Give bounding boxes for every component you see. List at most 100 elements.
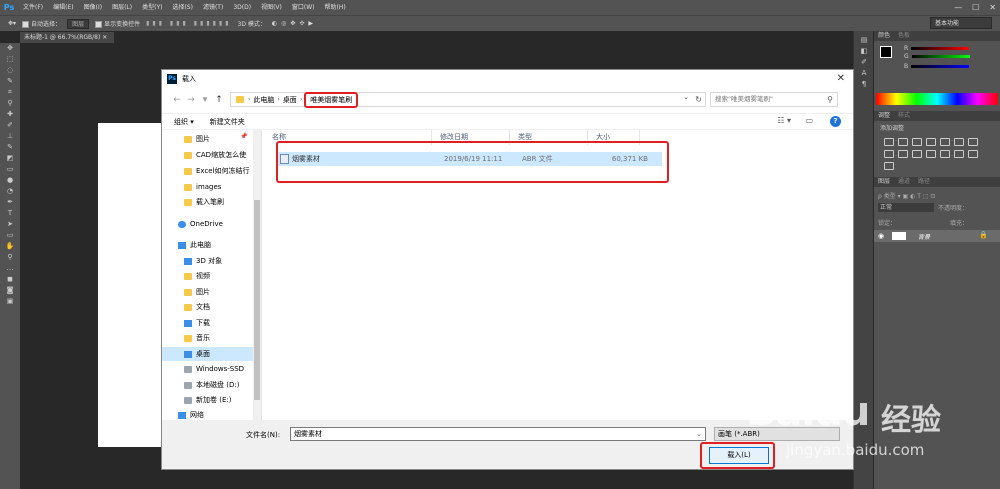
nav-item-pictures-quick[interactable]: 图片 [162,132,254,146]
photo-filter-icon[interactable] [898,150,908,158]
refresh-icon[interactable]: ↻ [695,93,702,106]
nav-item-videos[interactable]: 视频 [162,269,254,283]
nav-item-cad[interactable]: CAD缩放怎么使 [162,148,254,162]
bw-icon[interactable] [884,150,894,158]
path-select-tool-icon[interactable]: ➤ [0,219,20,230]
auto-select-target-select[interactable]: 图层 [67,18,90,29]
tab-channels[interactable]: 通道 [894,177,914,187]
character-panel-icon[interactable]: A [854,68,874,79]
maximize-icon[interactable]: ☐ [972,0,979,15]
menu-help[interactable]: 帮助(H) [320,0,351,15]
chevron-down-icon[interactable]: ⌄ [696,428,702,440]
menu-3d[interactable]: 3D(D) [228,0,256,15]
levels-icon[interactable] [898,138,908,146]
menu-view[interactable]: 视图(V) [256,0,287,15]
threshold-icon[interactable] [954,150,964,158]
search-input[interactable]: 搜索"唯美烟雾笔刷" ⚲ [710,92,838,107]
address-bar[interactable]: › 此电脑 › 桌面 › 唯美烟雾笔刷 ⌄ ↻ [230,91,706,108]
breadcrumb-desktop[interactable]: 桌面 [283,95,297,105]
posterize-icon[interactable] [940,150,950,158]
blend-mode-select[interactable]: 正常 [878,203,934,212]
nav-item-desktop[interactable]: 桌面 [162,347,254,361]
view-options-icon[interactable]: ☷ ▾ [777,116,791,125]
move-tool-icon[interactable]: ✥ [0,43,20,54]
nav-item-documents[interactable]: 文档 [162,300,254,314]
menu-image[interactable]: 图像(I) [79,0,107,15]
menu-type[interactable]: 类型(Y) [137,0,167,15]
nav-item-network[interactable]: 网络 [162,410,254,420]
breadcrumb-this-pc[interactable]: 此电脑 [253,95,274,105]
menu-file[interactable]: 文件(F) [18,0,48,15]
history-dropdown-icon[interactable]: ▾ [198,95,212,105]
tab-color[interactable]: 颜色 [874,31,894,41]
curves-icon[interactable] [912,138,922,146]
align-icons[interactable]: ▮▮▮ ▮▮▮ ▮▮▮▮▮▮ [146,20,231,27]
close-icon[interactable]: ✕ [989,0,996,15]
nav-item-pictures[interactable]: 图片 [162,285,254,299]
nav-item-music[interactable]: 音乐 [162,331,254,345]
selective-color-icon[interactable] [884,162,894,170]
crop-tool-icon[interactable]: ⌗ [0,87,20,98]
vibrance-icon[interactable] [940,138,950,146]
nav-item-excel[interactable]: Excel如何冻结行 [162,164,254,178]
type-tool-icon[interactable]: T [0,208,20,219]
tab-swatches[interactable]: 色板 [894,31,914,41]
dodge-tool-icon[interactable]: ◔ [0,186,20,197]
back-icon[interactable]: ← [170,95,184,105]
pen-tool-icon[interactable]: ✒ [0,197,20,208]
color-balance-icon[interactable] [968,138,978,146]
channel-mixer-icon[interactable] [912,150,922,158]
nav-item-3d-objects[interactable]: 3D 对象 [162,254,254,268]
gradient-tool-icon[interactable]: ▭ [0,164,20,175]
menu-select[interactable]: 选择(S) [167,0,198,15]
show-transform-checkbox[interactable]: 显示变换控件 [95,19,140,28]
invert-icon[interactable] [926,150,936,158]
nav-item-drive-e[interactable]: 新加卷 (E:) [162,393,254,407]
quick-mask-icon[interactable]: ◙ [0,285,20,296]
shape-tool-icon[interactable]: ▭ [0,230,20,241]
menu-filter[interactable]: 滤镜(T) [198,0,228,15]
chevron-down-icon[interactable]: ⌄ [683,93,689,101]
history-brush-tool-icon[interactable]: ✎ [0,142,20,153]
auto-select-checkbox[interactable]: 自动选择： [22,19,61,28]
healing-tool-icon[interactable]: ✚ [0,109,20,120]
foreground-color[interactable] [880,46,892,58]
document-canvas[interactable] [98,123,168,447]
history-panel-icon[interactable]: ▤ [854,35,874,46]
nav-item-onedrive[interactable]: OneDrive [162,217,254,231]
preview-pane-icon[interactable]: ▭ [805,116,813,125]
nav-item-downloads[interactable]: 下载 [162,316,254,330]
marquee-tool-icon[interactable]: ⬚ [0,54,20,65]
lasso-tool-icon[interactable]: ◌ [0,65,20,76]
tab-adjustments[interactable]: 调整 [874,111,894,121]
document-tab[interactable]: 未标题-1 @ 66.7%(RGB/8) ✕ [20,32,114,43]
tab-paths[interactable]: 路径 [914,177,934,187]
properties-panel-icon[interactable]: ◧ [854,46,874,57]
hand-tool-icon[interactable]: ✋ [0,241,20,252]
color-swatch-icon[interactable]: ◼ [0,274,20,285]
nav-scrollbar[interactable] [253,130,261,420]
nav-item-windows-ssd[interactable]: Windows-SSD [162,362,254,376]
eye-icon[interactable]: ◉ [878,232,884,240]
brush-tool-icon[interactable]: ✐ [0,120,20,131]
nav-item-load-brush[interactable]: 载入笔刷 [162,195,254,209]
menu-window[interactable]: 窗口(W) [287,0,320,15]
blur-tool-icon[interactable]: ● [0,175,20,186]
gradient-map-icon[interactable] [968,150,978,158]
nav-item-drive-d[interactable]: 本地磁盘 (D:) [162,378,254,392]
brush-panel-icon[interactable]: ✐ [854,57,874,68]
more-tools-icon[interactable]: … [0,263,20,274]
minimize-icon[interactable]: — [954,0,962,15]
screen-mode-icon[interactable]: ▣ [0,296,20,307]
hue-icon[interactable] [954,138,964,146]
tab-styles[interactable]: 样式 [894,111,914,121]
color-spectrum[interactable] [876,93,998,105]
filename-input[interactable]: 烟雾素材 ⌄ [290,427,706,441]
workspace-select[interactable]: 基本功能 [930,17,992,29]
green-slider[interactable]: G [874,51,1000,61]
eyedropper-tool-icon[interactable]: ⚲ [0,98,20,109]
eraser-tool-icon[interactable]: ◩ [0,153,20,164]
3d-tools-icons[interactable]: ◐◎✥✣▶ [272,20,317,27]
forward-icon[interactable]: → [184,95,198,105]
nav-item-this-pc[interactable]: 此电脑 [162,238,254,252]
